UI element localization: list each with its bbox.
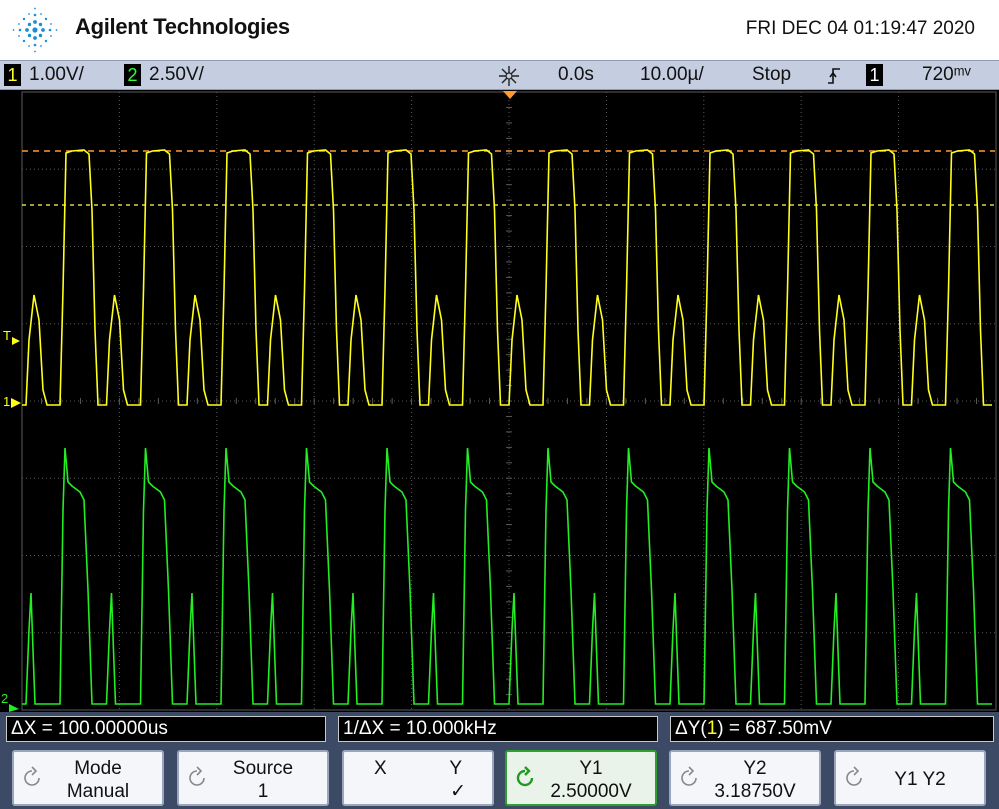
delta-x-readout: ΔX = 100.00000us bbox=[6, 716, 326, 742]
waveform-canvas: T 1 2 bbox=[1, 91, 997, 712]
trigger-level-marker: T bbox=[3, 328, 11, 343]
trigger-source-group[interactable]: 1 bbox=[866, 64, 891, 86]
y1-softkey-value: 2.50000V bbox=[550, 781, 632, 802]
ch2-ground-marker: 2 bbox=[1, 691, 8, 706]
acquisition-sparkle-icon bbox=[497, 65, 521, 93]
y1-softkey[interactable]: Y1 2.50000V bbox=[505, 750, 657, 806]
y1-y2-softkey-label: Y1 Y2 bbox=[894, 769, 946, 790]
delta-y-channel: 1 bbox=[706, 718, 718, 739]
source-softkey[interactable]: Source 1 bbox=[177, 750, 329, 806]
agilent-spark-logo-icon bbox=[12, 7, 58, 53]
ch1-scale: 1.00V/ bbox=[29, 64, 84, 85]
trigger-level-arrow bbox=[12, 337, 20, 345]
cursor-readouts: ΔX = 100.00000us 1/ΔX = 10.000kHz ΔY(1) … bbox=[0, 712, 999, 745]
delta-y-readout: ΔY(1) = 687.50mV bbox=[670, 716, 994, 742]
delta-y-value: ) = 687.50mV bbox=[717, 718, 832, 739]
source-softkey-value: 1 bbox=[257, 781, 269, 802]
mode-softkey-label: Mode bbox=[74, 758, 122, 779]
brand-name: Agilent Technologies bbox=[75, 14, 290, 39]
ch1-ground-arrow bbox=[11, 398, 21, 408]
xy-softkey-x: X bbox=[374, 758, 387, 779]
source-softkey-label: Source bbox=[232, 758, 294, 779]
delta-y-prefix: ΔY( bbox=[675, 718, 707, 739]
ch2-badge: 2 bbox=[124, 64, 141, 86]
header-bar: Agilent Technologies FRI DEC 04 01:19:47… bbox=[0, 0, 999, 60]
mode-softkey[interactable]: Mode Manual bbox=[12, 750, 164, 806]
run-state: Stop bbox=[752, 64, 792, 85]
rising-edge-trigger-icon bbox=[826, 66, 842, 92]
time-delay[interactable]: 0.0s bbox=[558, 64, 594, 86]
softkey-bar: Mode Manual Source 1 X Y ✓ Y1 2.50000V Y… bbox=[0, 745, 999, 809]
ch1-scale-group[interactable]: 1 1.00V/ bbox=[4, 64, 84, 86]
waveform-display[interactable]: T 1 2 bbox=[0, 90, 999, 712]
y2-softkey-value: 3.18750V bbox=[714, 781, 796, 802]
ch2-scale-group[interactable]: 2 2.50V/ bbox=[124, 64, 204, 86]
xy-softkey-check: ✓ bbox=[450, 781, 466, 802]
status-bar: 1 1.00V/ 2 2.50V/ 0.0s 10.00µ/ Stop 1 720ᵐ… bbox=[0, 60, 999, 90]
time-scale[interactable]: 10.00µ/ bbox=[640, 64, 704, 86]
ch2-ground-arrow bbox=[9, 704, 19, 712]
trigger-position-marker bbox=[503, 91, 517, 99]
xy-softkey[interactable]: X Y ✓ bbox=[342, 750, 494, 806]
inverse-delta-x-readout: 1/ΔX = 10.000kHz bbox=[338, 716, 658, 742]
trigger-level[interactable]: 720ᵐᵛ bbox=[922, 64, 971, 86]
y2-softkey[interactable]: Y2 3.18750V bbox=[669, 750, 821, 806]
xy-softkey-y: Y bbox=[449, 758, 462, 779]
trigger-source-badge: 1 bbox=[866, 64, 883, 86]
ch1-ground-marker: 1 bbox=[3, 394, 10, 409]
ch2-scale: 2.50V/ bbox=[149, 64, 204, 85]
ch1-badge: 1 bbox=[4, 64, 21, 86]
ch2-trace bbox=[22, 447, 992, 705]
date-time: FRI DEC 04 01:19:47 2020 bbox=[745, 18, 975, 39]
y1-softkey-label: Y1 bbox=[579, 758, 603, 779]
y2-softkey-label: Y2 bbox=[743, 758, 767, 779]
y1-y2-softkey[interactable]: Y1 Y2 bbox=[834, 750, 986, 806]
mode-softkey-value: Manual bbox=[66, 781, 130, 802]
